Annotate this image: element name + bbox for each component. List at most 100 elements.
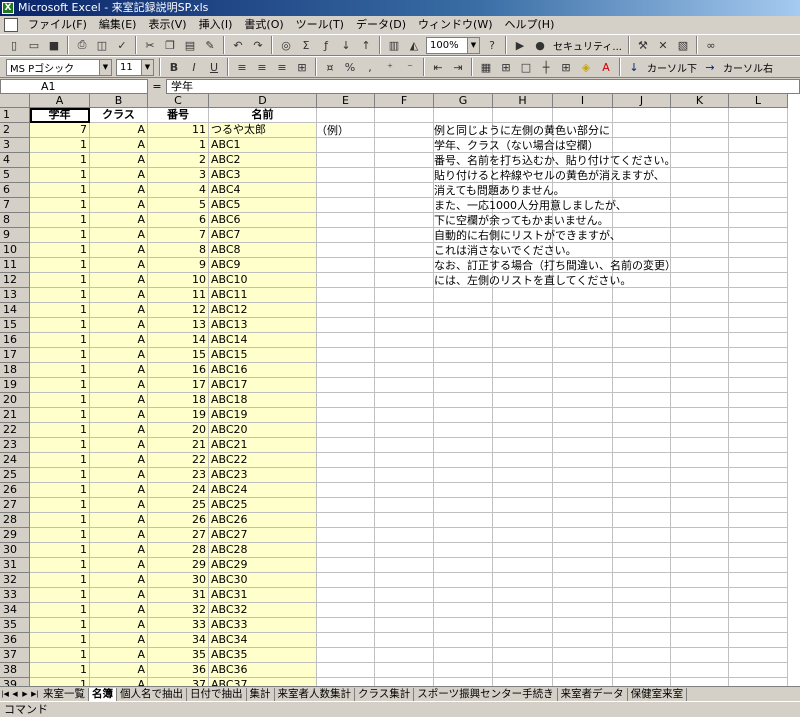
empty-cell[interactable]: [375, 183, 434, 198]
empty-cell[interactable]: [729, 348, 788, 363]
data-cell[interactable]: A: [90, 498, 148, 513]
help-icon[interactable]: ?: [483, 36, 501, 54]
empty-cell[interactable]: [434, 108, 493, 123]
empty-cell[interactable]: [671, 378, 729, 393]
data-cell[interactable]: A: [90, 153, 148, 168]
data-cell[interactable]: A: [90, 183, 148, 198]
empty-cell[interactable]: [671, 618, 729, 633]
font-size-select[interactable]: 11 ▼: [116, 58, 154, 76]
data-cell[interactable]: ABC35: [209, 648, 317, 663]
data-cell[interactable]: A: [90, 318, 148, 333]
empty-cell[interactable]: [317, 183, 375, 198]
empty-cell[interactable]: [434, 573, 493, 588]
empty-cell[interactable]: [729, 633, 788, 648]
empty-cell[interactable]: [729, 303, 788, 318]
row-header[interactable]: 21: [0, 408, 30, 423]
data-cell[interactable]: 1: [30, 258, 90, 273]
sheet-tab[interactable]: 来室者人数集計: [275, 687, 355, 701]
data-cell[interactable]: 1: [30, 498, 90, 513]
spellcheck-icon[interactable]: ✓: [113, 36, 131, 54]
empty-cell[interactable]: [434, 438, 493, 453]
data-cell[interactable]: 1: [30, 558, 90, 573]
empty-cell[interactable]: [729, 363, 788, 378]
data-cell[interactable]: 19: [148, 408, 209, 423]
empty-cell[interactable]: [553, 648, 613, 663]
data-cell[interactable]: 1: [30, 648, 90, 663]
empty-cell[interactable]: [613, 498, 671, 513]
hyperlink-icon[interactable]: ◎: [277, 36, 295, 54]
empty-cell[interactable]: [729, 258, 788, 273]
data-cell[interactable]: 12: [148, 303, 209, 318]
col-header-E[interactable]: E: [317, 94, 375, 108]
data-cell[interactable]: A: [90, 168, 148, 183]
col-header-H[interactable]: H: [493, 94, 553, 108]
save-icon[interactable]: ■: [45, 36, 63, 54]
empty-cell[interactable]: [493, 108, 553, 123]
empty-cell[interactable]: [729, 318, 788, 333]
empty-cell[interactable]: [671, 228, 729, 243]
border-grid-icon[interactable]: ⊞: [497, 58, 515, 76]
empty-cell[interactable]: [375, 468, 434, 483]
data-cell[interactable]: ABC3: [209, 168, 317, 183]
autosum-icon[interactable]: Σ: [297, 36, 315, 54]
empty-cell[interactable]: [434, 348, 493, 363]
currency-icon[interactable]: ¤: [321, 58, 339, 76]
empty-cell[interactable]: [671, 633, 729, 648]
sheet-tab[interactable]: 保健室来室: [628, 687, 688, 701]
empty-cell[interactable]: [671, 483, 729, 498]
data-cell[interactable]: 25: [148, 498, 209, 513]
empty-cell[interactable]: [613, 453, 671, 468]
empty-cell[interactable]: [375, 228, 434, 243]
col-header-C[interactable]: C: [148, 94, 209, 108]
data-cell[interactable]: A: [90, 513, 148, 528]
data-cell[interactable]: ABC13: [209, 318, 317, 333]
data-cell[interactable]: ABC28: [209, 543, 317, 558]
empty-cell[interactable]: [613, 588, 671, 603]
sort-descending-icon[interactable]: ↑: [357, 36, 375, 54]
row-header[interactable]: 7: [0, 198, 30, 213]
empty-cell[interactable]: [434, 543, 493, 558]
header-cell[interactable]: 名前: [209, 108, 317, 123]
empty-cell[interactable]: [553, 363, 613, 378]
empty-cell[interactable]: [613, 438, 671, 453]
empty-cell[interactable]: [493, 303, 553, 318]
decrease-decimal-icon[interactable]: ⁻: [401, 58, 419, 76]
data-cell[interactable]: A: [90, 573, 148, 588]
comma-button[interactable]: ,: [361, 58, 379, 76]
empty-cell[interactable]: [671, 303, 729, 318]
empty-cell[interactable]: [375, 558, 434, 573]
empty-cell[interactable]: [317, 378, 375, 393]
empty-cell[interactable]: [553, 318, 613, 333]
empty-cell[interactable]: [317, 228, 375, 243]
empty-cell[interactable]: [493, 558, 553, 573]
empty-cell[interactable]: [375, 573, 434, 588]
chart-wizard-icon[interactable]: ▥: [385, 36, 403, 54]
row-header[interactable]: 29: [0, 528, 30, 543]
empty-cell[interactable]: [671, 528, 729, 543]
empty-cell[interactable]: [375, 483, 434, 498]
empty-cell[interactable]: [613, 468, 671, 483]
empty-cell[interactable]: [671, 213, 729, 228]
empty-cell[interactable]: [613, 243, 671, 258]
data-cell[interactable]: 14: [148, 333, 209, 348]
row-header[interactable]: 37: [0, 648, 30, 663]
empty-cell[interactable]: [729, 138, 788, 153]
empty-cell[interactable]: [729, 333, 788, 348]
empty-cell[interactable]: [729, 243, 788, 258]
col-header-F[interactable]: F: [375, 94, 434, 108]
empty-cell[interactable]: [317, 288, 375, 303]
data-cell[interactable]: A: [90, 213, 148, 228]
empty-cell[interactable]: [613, 303, 671, 318]
data-cell[interactable]: A: [90, 423, 148, 438]
empty-cell[interactable]: [671, 318, 729, 333]
data-cell[interactable]: A: [90, 453, 148, 468]
empty-cell[interactable]: [553, 303, 613, 318]
data-cell[interactable]: 17: [148, 378, 209, 393]
menu-item-0[interactable]: ファイル(F): [22, 17, 93, 33]
font-color-icon[interactable]: A: [597, 58, 615, 76]
empty-cell[interactable]: [375, 273, 434, 288]
empty-cell[interactable]: [493, 378, 553, 393]
data-cell[interactable]: ABC2: [209, 153, 317, 168]
empty-cell[interactable]: [375, 108, 434, 123]
sheet-tab[interactable]: 来室者データ: [558, 687, 628, 701]
